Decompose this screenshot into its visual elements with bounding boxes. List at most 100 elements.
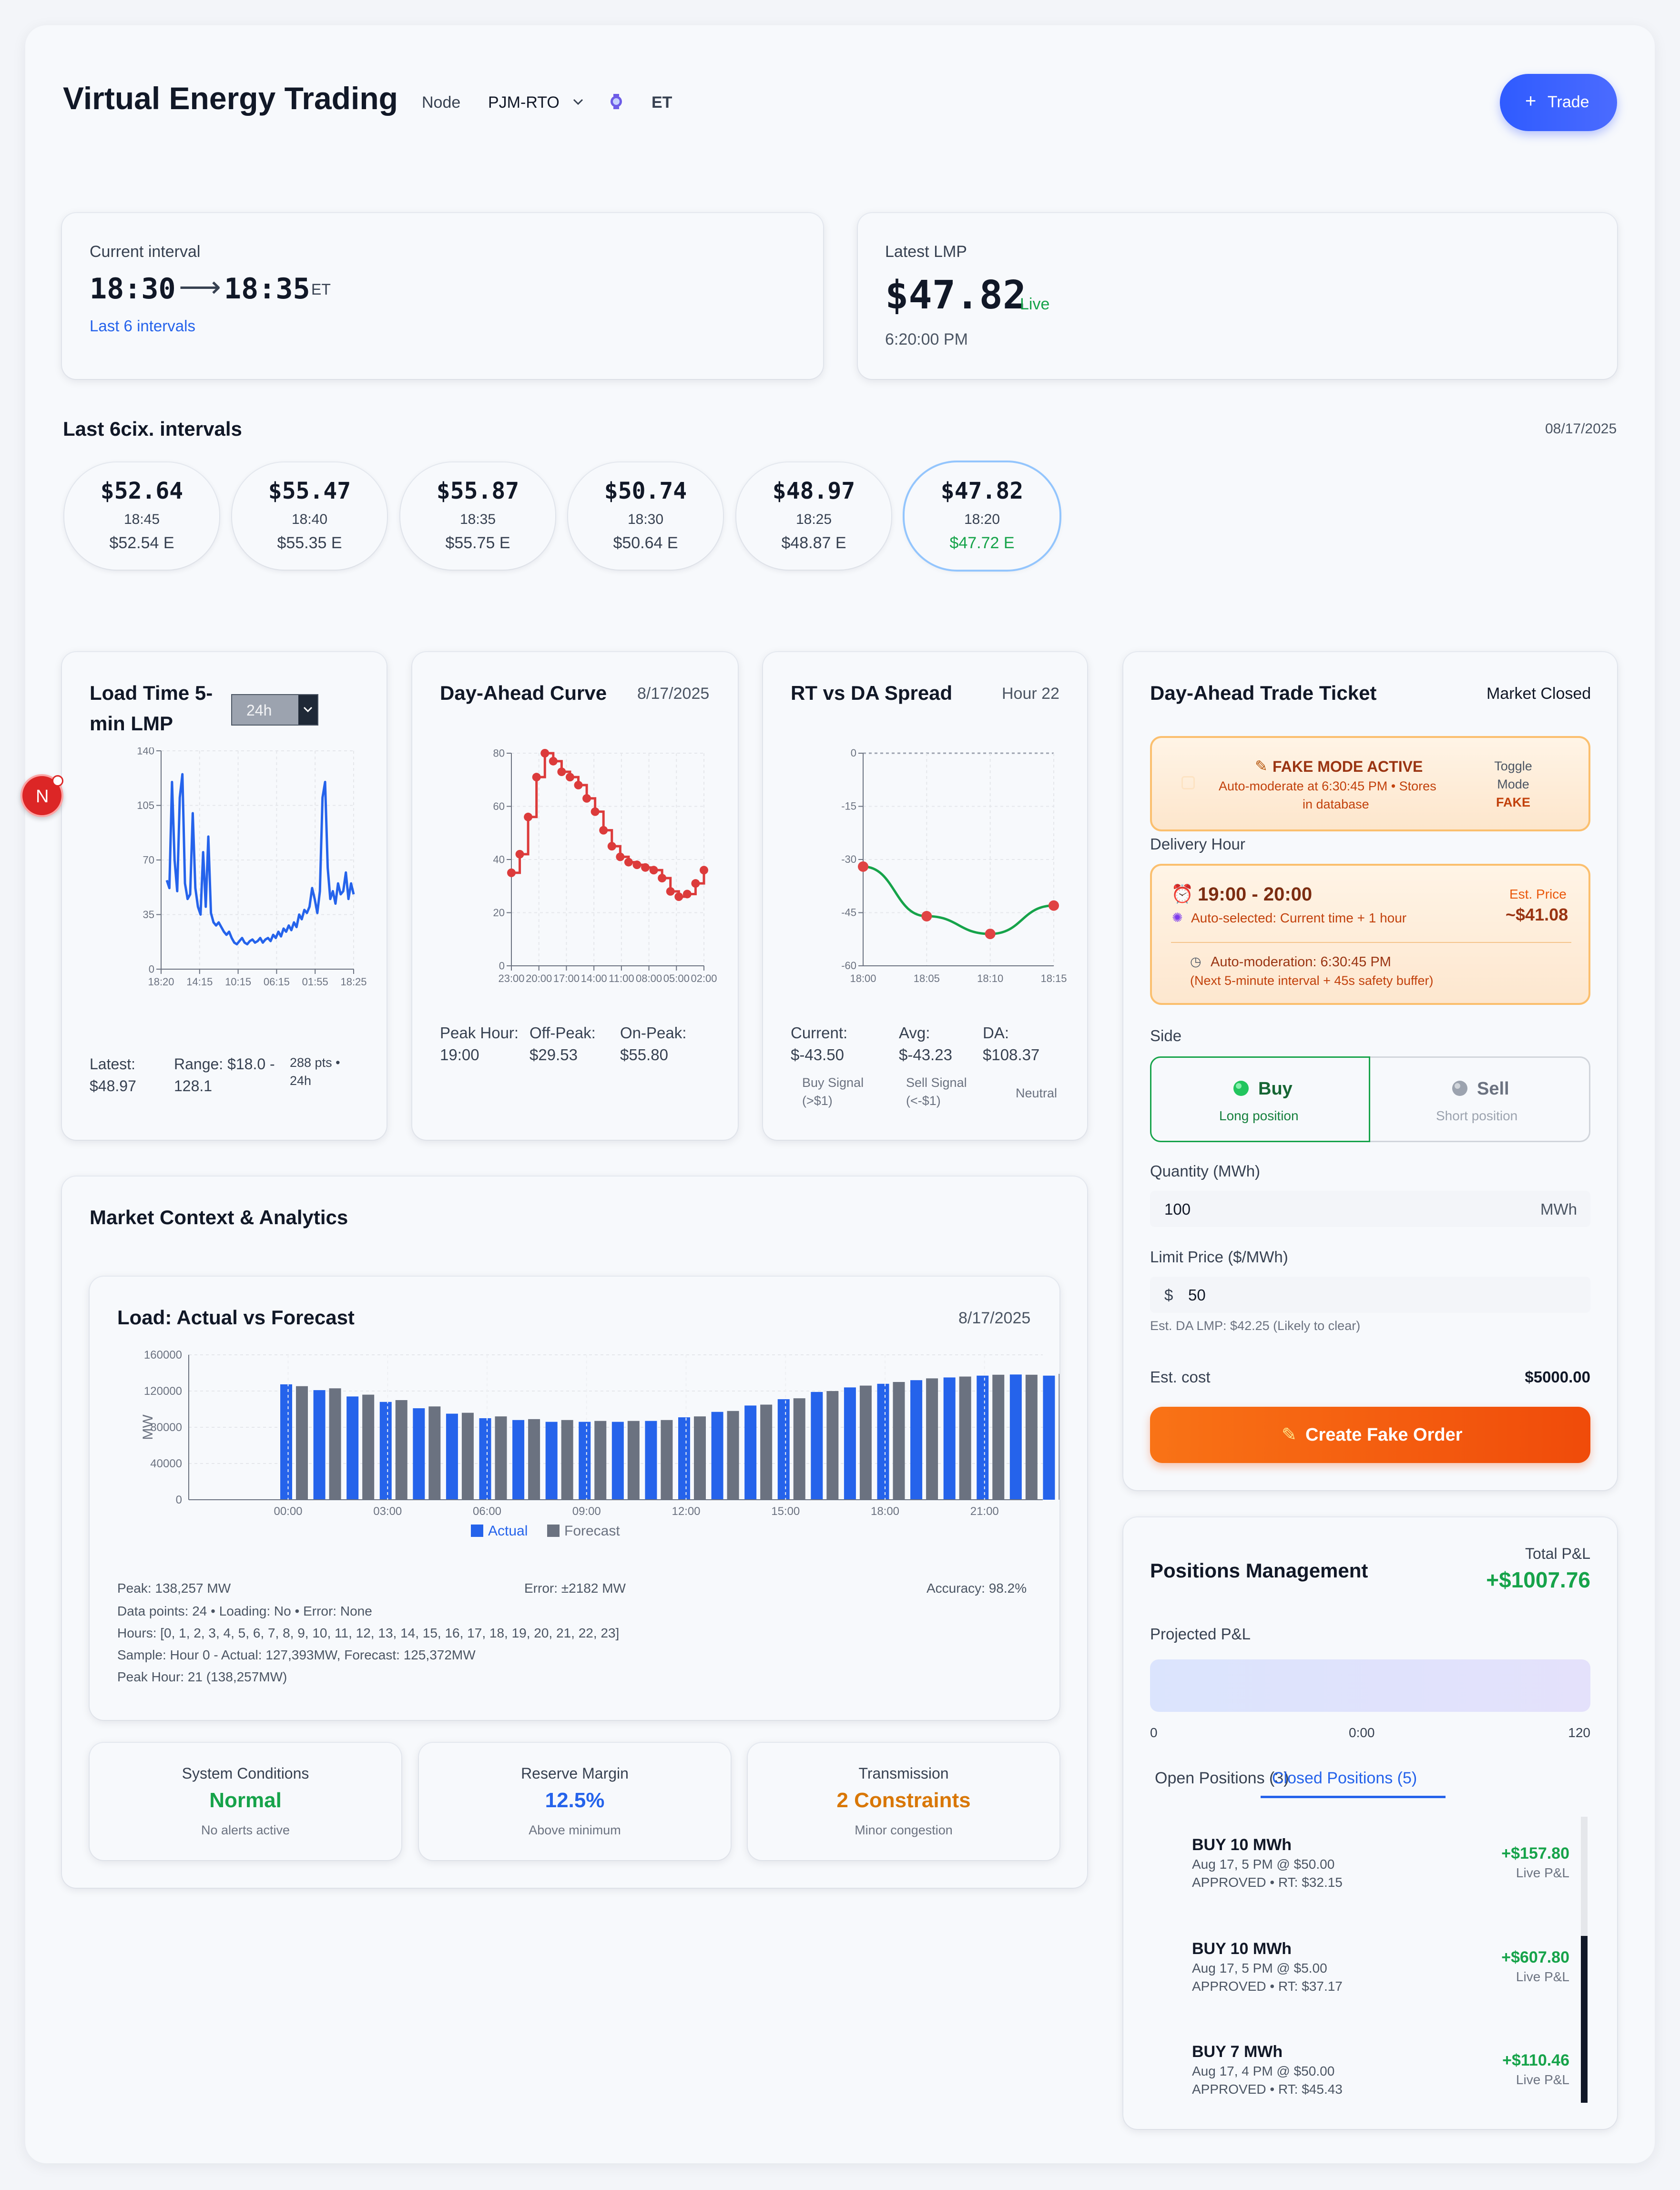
x-tick-label: 10:15 <box>225 976 251 988</box>
interval-estimate: $52.54 E <box>109 534 174 552</box>
forecast-bar <box>461 1412 474 1500</box>
spread-point <box>921 911 932 921</box>
actual-bar <box>545 1422 558 1500</box>
interval-pill[interactable]: $47.82 18:20 $47.72 E <box>905 462 1059 570</box>
interval-pill[interactable]: $52.64 18:45 $52.54 E <box>64 462 219 570</box>
avatar[interactable]: N <box>20 774 63 817</box>
position-item[interactable]: BUY 7 MWh Aug 17, 4 PM @ $50.00 APPROVED •… <box>1150 2028 1569 2118</box>
tab-open-positions[interactable]: Open Positions (3) <box>1155 1769 1289 1788</box>
transmission-sub: Minor congestion <box>855 1823 953 1837</box>
trade-button[interactable]: + Trade <box>1500 74 1617 131</box>
interval-pill[interactable]: $55.47 18:40 $55.35 E <box>232 462 387 570</box>
limit-currency: $ <box>1164 1286 1173 1304</box>
forecast-bar <box>627 1421 640 1500</box>
positions-scrollbar[interactable] <box>1581 1817 1588 2103</box>
day-ahead-point <box>700 866 708 875</box>
actual-bar <box>479 1418 491 1500</box>
day-ahead-point <box>591 807 600 816</box>
node-select-value: PJM-RTO <box>488 93 560 112</box>
position-status: APPROVED • RT: $45.43 <box>1192 2082 1343 2097</box>
sell-signal-label: Sell Signal <box>906 1075 967 1090</box>
forecast-bar <box>661 1420 673 1500</box>
y-tick-label: 120000 <box>144 1385 182 1398</box>
x-tick-label: 18:25 <box>340 976 367 988</box>
x-tick-label: 15:00 <box>771 1505 800 1518</box>
spread-title: RT vs DA Spread <box>791 682 953 704</box>
est-cost-label: Est. cost <box>1150 1368 1211 1386</box>
positions-scrollbar-thumb[interactable] <box>1581 1936 1588 2103</box>
sparkle-icon: ✺ <box>1172 911 1183 925</box>
total-pnl-label: Total P&L <box>1525 1545 1590 1562</box>
actual-bar <box>977 1375 989 1500</box>
forecast-bar <box>561 1420 573 1500</box>
delivery-hour-label: Delivery Hour <box>1150 835 1245 853</box>
intervals-title: Last 6cix. intervals <box>63 418 242 440</box>
lmp-series-line <box>165 773 355 946</box>
node-label: Node <box>422 93 461 112</box>
delivery-hour-box[interactable]: ⏰ 19:00 - 20:00 ✺ Auto-selected: Current… <box>1150 864 1590 1005</box>
avatar-letter: N <box>36 787 49 807</box>
projected-pnl-label: Projected P&L <box>1150 1625 1251 1643</box>
actual-bar <box>645 1421 657 1500</box>
toggle-label-2: Mode <box>1497 777 1529 791</box>
sell-button[interactable]: Sell Short position <box>1370 1056 1590 1142</box>
actual-bar <box>777 1399 790 1500</box>
forecast-bar <box>528 1419 540 1500</box>
buy-button[interactable]: Buy Long position <box>1150 1056 1370 1142</box>
position-item[interactable]: BUY 10 MWh Aug 17, 5 PM @ $50.00 APPROVED … <box>1150 1822 1569 1912</box>
range-select-value: 24h <box>246 702 272 719</box>
current-interval-card: Current interval 18:30 ⟶ 18:35 ET Last 6… <box>62 213 823 379</box>
limit-price-input[interactable]: $ 50 <box>1150 1277 1590 1313</box>
x-tick-label: 08:00 <box>636 972 662 984</box>
day-ahead-point <box>691 879 700 888</box>
peak-load-text: Peak: 138,257 MW <box>117 1581 231 1596</box>
toggle-mode-button[interactable]: Toggle Mode FAKE <box>1466 757 1561 814</box>
range-select[interactable]: 24h <box>231 694 318 726</box>
forecast-bar <box>428 1406 441 1500</box>
y-tick-label: -30 <box>841 853 856 865</box>
interval-pill[interactable]: $48.97 18:25 $48.87 E <box>736 462 891 570</box>
position-item[interactable]: BUY 10 MWh Aug 17, 5 PM @ $5.00 APPROVED •… <box>1150 1925 1569 2016</box>
quantity-value: 100 <box>1164 1200 1191 1218</box>
actual-bar <box>744 1405 757 1500</box>
side-label: Side <box>1150 1027 1182 1044</box>
fake-mode-checkbox[interactable] <box>1181 776 1195 789</box>
limit-price-label: Limit Price ($/MWh) <box>1150 1248 1288 1266</box>
interval-pill[interactable]: $50.74 18:30 $50.64 E <box>568 462 723 570</box>
market-context-title: Market Context & Analytics <box>90 1206 348 1228</box>
y-tick-label: 80 <box>493 747 505 759</box>
spread-point <box>858 861 868 872</box>
position-title: BUY 7 MWh <box>1192 2043 1283 2061</box>
create-order-button[interactable]: ✎ Create Fake Order <box>1150 1407 1590 1463</box>
quantity-input[interactable]: 100 MWh <box>1150 1191 1590 1227</box>
range-stat-value: 128.1 <box>174 1077 213 1095</box>
forecast-bar <box>694 1416 706 1500</box>
latest-stat-label: Latest: <box>90 1055 136 1073</box>
y-tick-label: 60 <box>493 800 505 812</box>
position-detail: Aug 17, 5 PM @ $50.00 <box>1192 1857 1335 1872</box>
forecast-bar <box>1025 1374 1038 1500</box>
accuracy-text: Accuracy: 98.2% <box>927 1581 1027 1596</box>
system-conditions-card: System Conditions Normal No alerts activ… <box>90 1743 401 1860</box>
load-forecast-title: Load: Actual vs Forecast <box>117 1306 355 1329</box>
position-pnl-label: Live P&L <box>1516 2072 1569 2087</box>
tab-closed-positions[interactable]: Closed Positions (5) <box>1272 1769 1417 1788</box>
sell-sub: Short position <box>1436 1108 1518 1123</box>
node-select[interactable]: PJM-RTO <box>486 89 596 115</box>
y-tick-label: 0 <box>499 960 505 972</box>
latest-lmp-time: 6:20:00 PM <box>885 330 968 348</box>
x-tick-label: 14:15 <box>186 976 213 988</box>
last-intervals-link[interactable]: Last 6 intervals <box>90 317 195 335</box>
market-status: Market Closed <box>1487 685 1591 703</box>
y-tick-label: -45 <box>841 907 856 919</box>
latest-stat-value: $48.97 <box>90 1077 136 1095</box>
chevron-down-icon <box>573 99 583 105</box>
interval-price: $48.97 <box>772 478 855 504</box>
current-spread-value: $-43.50 <box>791 1046 844 1064</box>
da-label: DA: <box>983 1024 1009 1042</box>
actual-bar <box>512 1420 525 1500</box>
reserve-margin-value: 12.5% <box>545 1789 605 1812</box>
interval-pill[interactable]: $55.87 18:35 $55.75 E <box>400 462 555 570</box>
y-tick-label: -60 <box>841 960 856 972</box>
x-tick-label: 14:00 <box>581 972 607 984</box>
